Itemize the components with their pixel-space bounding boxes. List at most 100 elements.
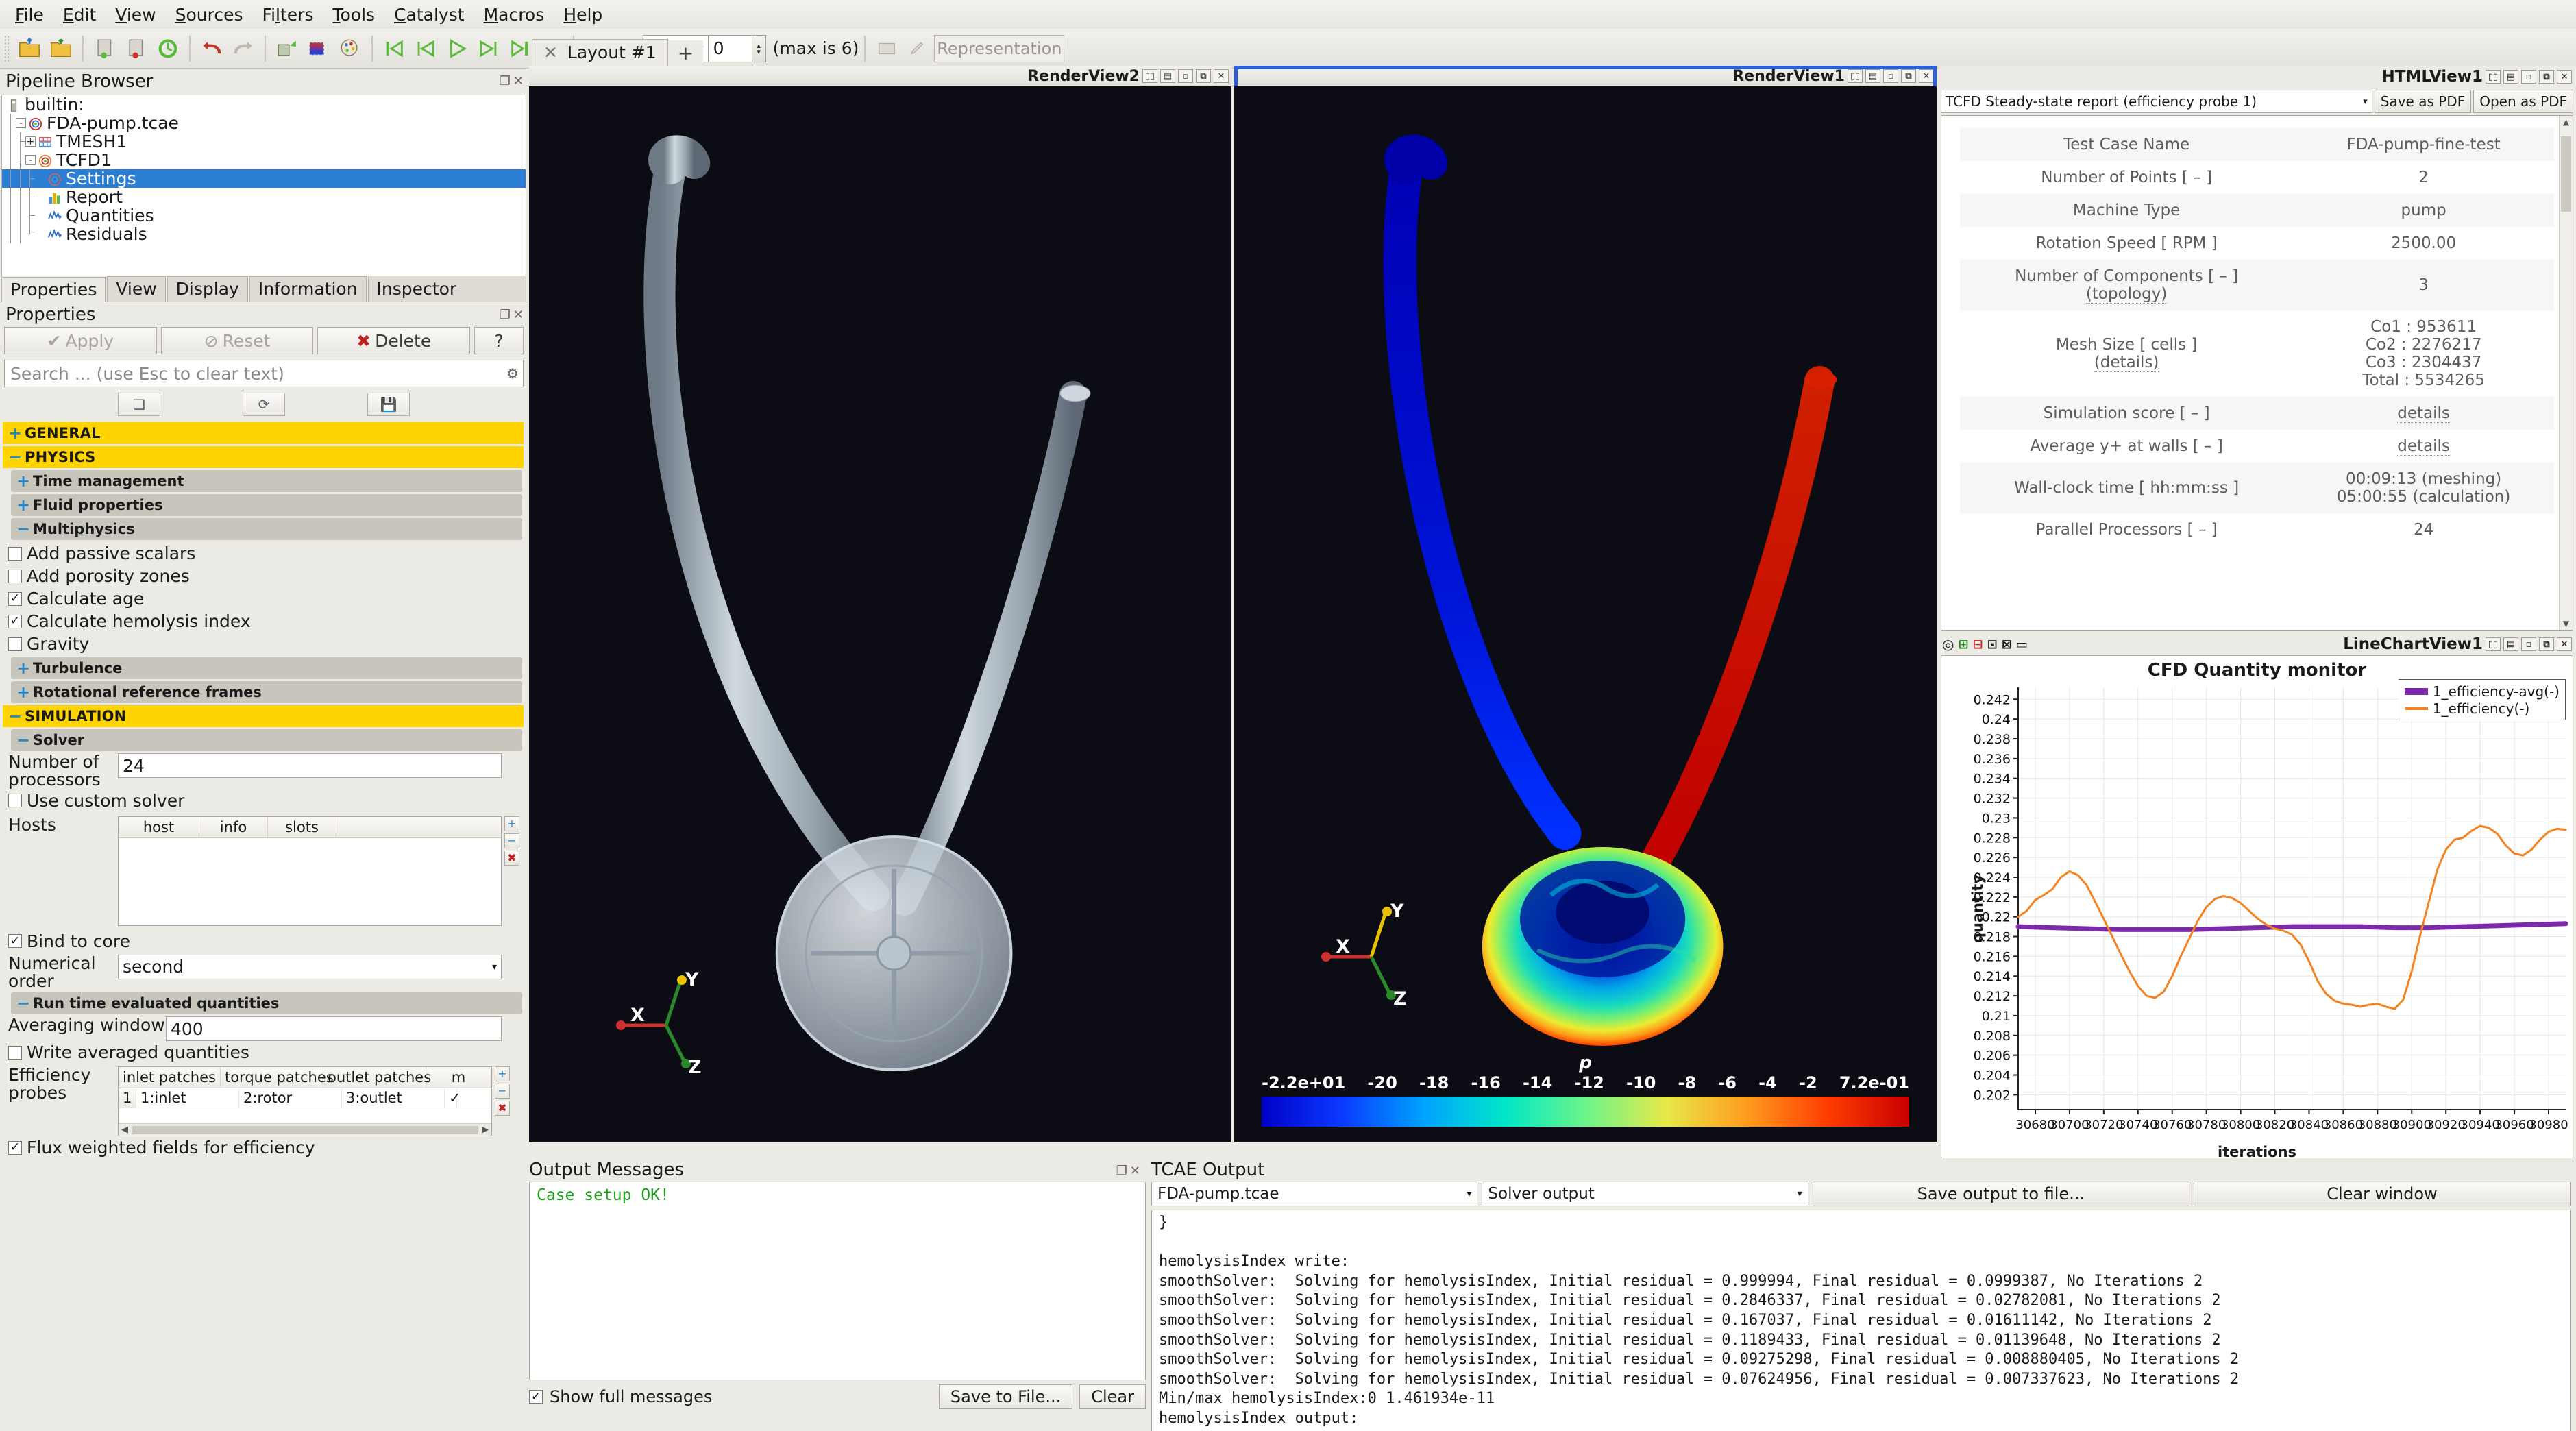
remove-series-icon[interactable]: ⊟ (1973, 637, 1983, 652)
camera-icon[interactable]: ◎ (1942, 636, 1954, 652)
close-icon[interactable]: ✕ (1919, 69, 1934, 83)
tcae-stream-combo[interactable]: Solver output ▾ (1482, 1182, 1808, 1206)
tab-view[interactable]: View (107, 276, 165, 302)
open-file-icon[interactable] (16, 35, 43, 62)
undo-icon[interactable] (198, 35, 225, 62)
table-cell[interactable]: 2:rotor (239, 1088, 342, 1108)
toolbar-grip[interactable] (4, 35, 10, 62)
section-solver[interactable]: − Solver (11, 729, 522, 751)
scroll-left-icon[interactable]: ◀ (119, 1125, 131, 1135)
column-header[interactable]: slots (268, 817, 336, 837)
split-vertical-icon[interactable]: ▤ (2503, 637, 2518, 651)
averaging-window-input[interactable]: 400 (166, 1016, 502, 1041)
extract-block-icon[interactable] (273, 35, 301, 62)
maximize-icon[interactable]: ▫ (2521, 70, 2536, 84)
checkbox-row-gravity[interactable]: Gravity (0, 633, 528, 655)
split-vertical-icon[interactable]: ▤ (1865, 69, 1880, 83)
section-simulation[interactable]: − SIMULATION (3, 705, 524, 727)
table-cell[interactable]: 1:inlet (136, 1088, 239, 1108)
maximize-icon[interactable]: ▫ (1178, 69, 1193, 83)
maximize-icon[interactable]: ▫ (1883, 69, 1898, 83)
section-general[interactable]: + GENERAL (3, 422, 524, 444)
gear-icon[interactable]: ⚙ (506, 365, 519, 382)
reset-session-icon[interactable] (154, 35, 182, 62)
delete-button[interactable]: ✖ Delete (317, 327, 470, 354)
section-time-management[interactable]: + Time management (11, 470, 522, 492)
apply-button[interactable]: ✔ Apply (4, 327, 157, 354)
float-icon[interactable]: ❐ (1116, 1164, 1127, 1178)
float-icon[interactable]: ❐ (500, 308, 511, 322)
section-rotational-reference-frames[interactable]: + Rotational reference frames (11, 681, 522, 703)
menu-help[interactable]: Help (554, 3, 612, 26)
save-output-to-file-button[interactable]: Save output to file... (1813, 1182, 2189, 1206)
first-frame-icon[interactable] (380, 35, 408, 62)
report-row-value[interactable]: details (2293, 397, 2554, 430)
copy-properties-icon[interactable]: ❏ (118, 393, 160, 416)
tab-display[interactable]: Display (167, 276, 248, 302)
add-layout-tab[interactable]: + (668, 40, 703, 66)
color-map-icon[interactable] (305, 35, 332, 62)
close-icon[interactable]: ✕ (513, 308, 524, 322)
remove-host-button[interactable]: − (504, 833, 519, 848)
add-efficiency-probe-button[interactable]: + (495, 1066, 510, 1081)
section-turbulence[interactable]: + Turbulence (11, 657, 522, 679)
menu-edit[interactable]: Edit (53, 3, 106, 26)
save-to-file-button[interactable]: Save to File... (939, 1384, 1072, 1409)
report-row-value[interactable]: details (2293, 430, 2554, 463)
table-cell[interactable]: 3:outlet (342, 1088, 445, 1108)
checkbox-row-calculate-hemolysis-index[interactable]: ✓Calculate hemolysis index (0, 610, 528, 633)
pipeline-item-report[interactable]: Report (2, 188, 526, 206)
menu-filters[interactable]: Filters (253, 3, 323, 26)
column-header[interactable]: inlet patches (119, 1067, 221, 1088)
scroll-thumb[interactable] (2561, 136, 2571, 212)
pipeline-dock-buttons[interactable]: ❐✕ (500, 74, 524, 88)
report-scrollbar[interactable]: ▲ ▼ (2559, 116, 2573, 630)
add-series-icon[interactable]: ⊞ (1958, 637, 1968, 652)
pipeline-item-tmesh1[interactable]: +TMESH1 (2, 132, 526, 151)
previous-frame-icon[interactable] (412, 35, 439, 62)
render-view-2-canvas[interactable]: X Y Z (529, 86, 1231, 1142)
scroll-down-icon[interactable]: ▼ (2560, 617, 2573, 630)
menu-tools[interactable]: Tools (323, 3, 384, 26)
numerical-order-combo[interactable]: second ▾ (118, 955, 502, 979)
play-icon[interactable] (443, 35, 471, 62)
report-select-combo[interactable]: TCFD Steady-state report (efficiency pro… (1941, 90, 2372, 113)
table-row[interactable]: 11:inlet2:rotor3:outlet✓ (119, 1088, 491, 1108)
close-icon[interactable]: ✕ (1214, 69, 1229, 83)
clear-messages-button[interactable]: Clear (1079, 1384, 1146, 1409)
maximize-icon[interactable]: ▫ (2521, 637, 2536, 651)
close-icon[interactable]: ✕ (543, 42, 558, 62)
pipeline-item-residuals[interactable]: Residuals (2, 225, 526, 243)
save-file-icon[interactable] (47, 35, 75, 62)
layout-tab-1[interactable]: ✕ Layout #1 (532, 39, 668, 66)
efficiency-probes-table[interactable]: inlet patchestorque patchesoutlet patche… (118, 1066, 492, 1136)
help-button[interactable]: ? (474, 327, 524, 354)
checkbox-row-add-porosity-zones[interactable]: Add porosity zones (0, 565, 528, 587)
section-multiphysics[interactable]: − Multiphysics (11, 518, 522, 540)
checkbox[interactable] (8, 570, 22, 583)
add-host-button[interactable]: + (504, 816, 519, 831)
reset-button[interactable]: ⊘ Reset (161, 327, 314, 354)
rubber-band-icon[interactable]: ▭ (2016, 637, 2028, 652)
tcae-output-log[interactable]: } hemolysisIndex write: smoothSolver: So… (1151, 1210, 2571, 1431)
bind-to-core-row[interactable]: ✓ Bind to core (0, 930, 528, 953)
pipeline-item-builtin[interactable]: builtin: (2, 95, 526, 114)
bind-to-core-checkbox[interactable]: ✓ (8, 934, 22, 948)
split-vertical-icon[interactable]: ▤ (1160, 69, 1175, 83)
menu-file[interactable]: File (5, 3, 53, 26)
column-header[interactable]: m (426, 1067, 491, 1088)
split-horizontal-icon[interactable]: ▯▯ (2486, 70, 2501, 84)
write-averaged-quantities-checkbox[interactable] (8, 1046, 22, 1060)
efficiency-probes-hscroll[interactable]: ◀ ▶ (119, 1123, 491, 1136)
split-horizontal-icon[interactable]: ▯▯ (2486, 637, 2501, 651)
close-icon[interactable]: ✕ (2557, 637, 2572, 651)
pipeline-item-quantities[interactable]: Quantities (2, 206, 526, 225)
float-icon[interactable]: ❐ (500, 74, 511, 88)
menu-macros[interactable]: Macros (474, 3, 554, 26)
restore-defaults-icon[interactable]: ⟳ (243, 393, 285, 416)
disconnect-server-icon[interactable] (123, 35, 150, 62)
tree-expander[interactable]: - (25, 155, 36, 165)
render-view-2[interactable]: RenderView2 ▯▯ ▤ ▫ ⧉ ✕ (529, 66, 1231, 1142)
column-header[interactable]: torque patches (221, 1067, 323, 1088)
render-view-1-canvas[interactable]: X Y Z p -2.2e+01-20-18-16-14-12-10-8-6-4… (1234, 86, 1937, 1142)
